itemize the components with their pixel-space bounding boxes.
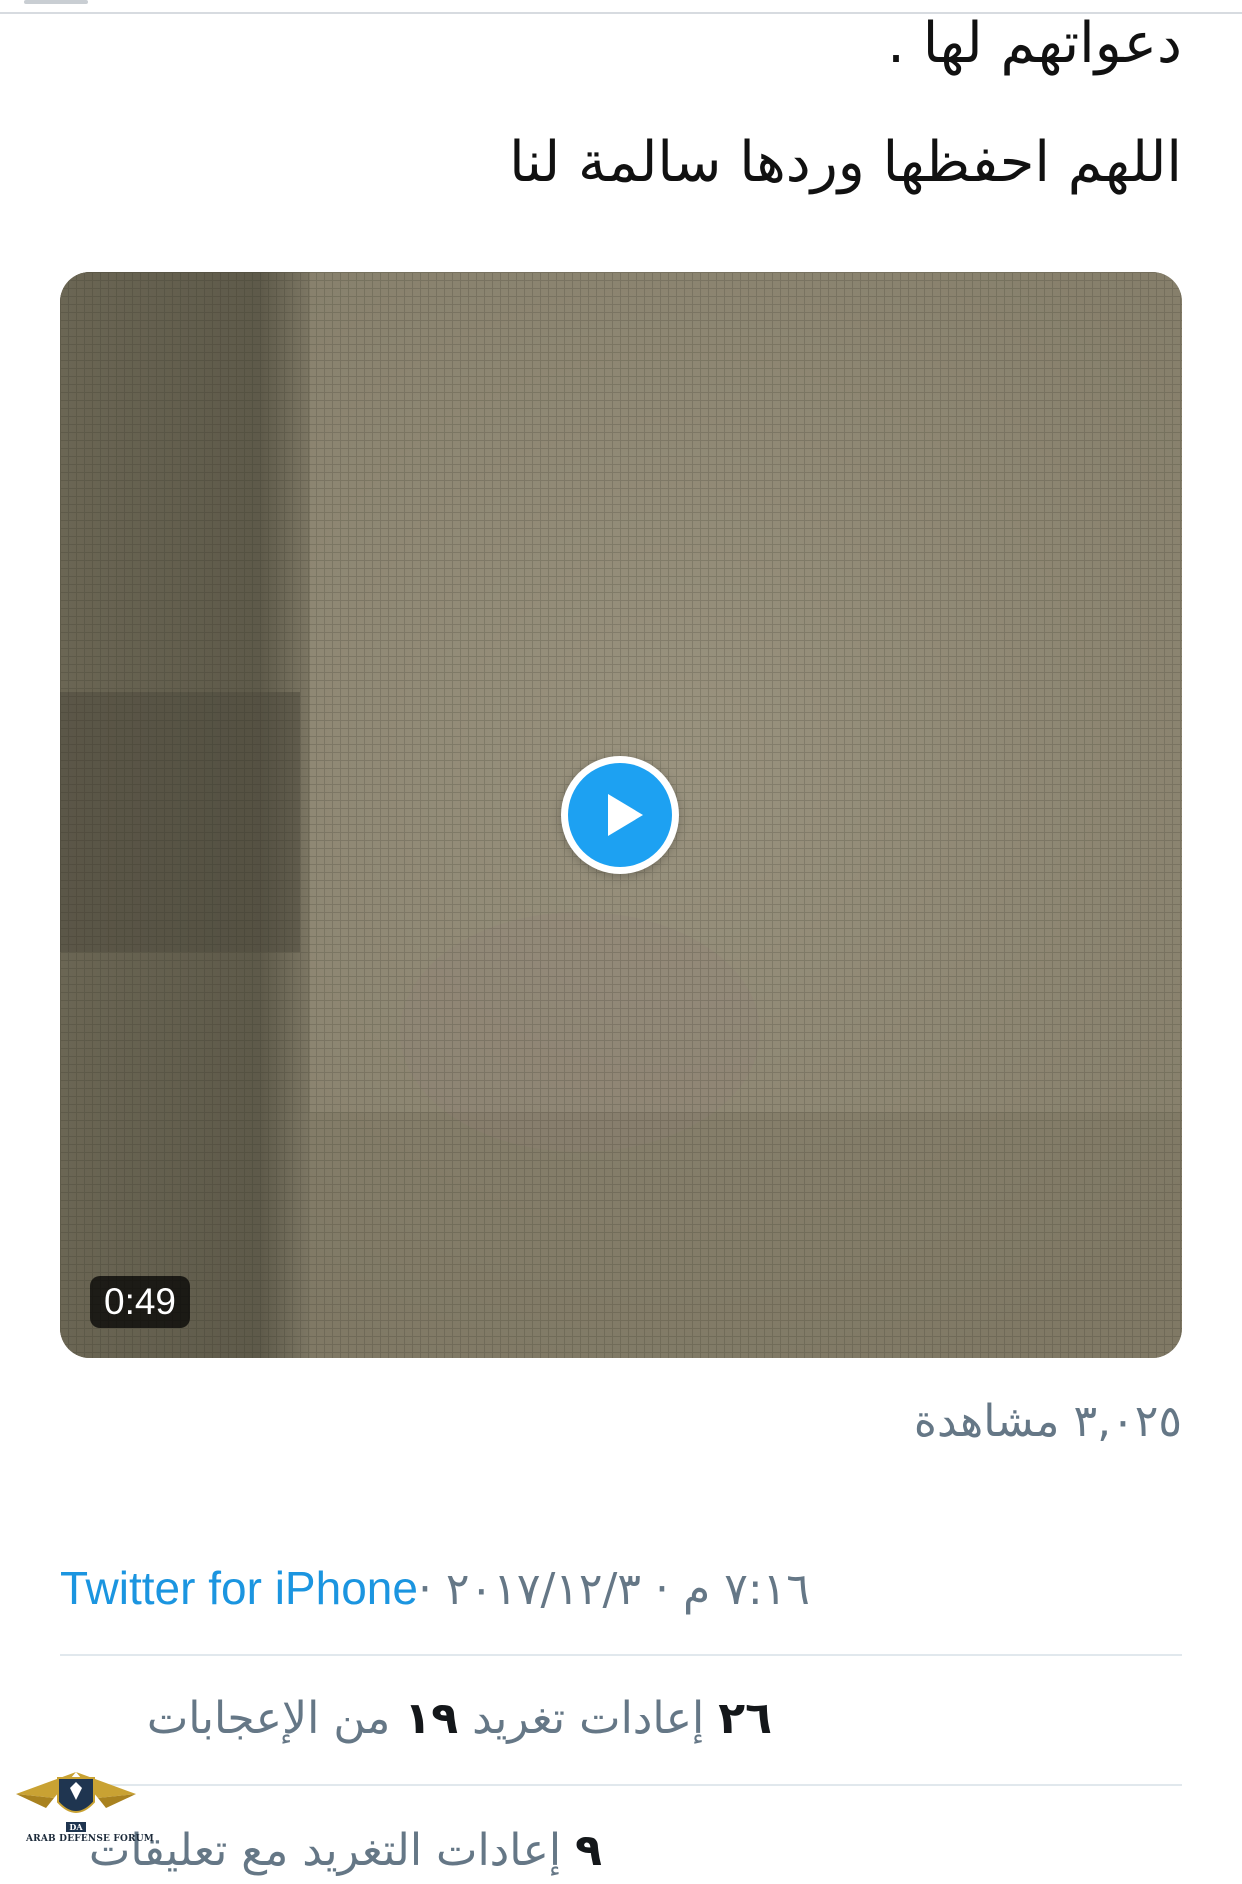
play-icon bbox=[568, 763, 672, 867]
tweet-text-line-1: دعواتهم لها . bbox=[887, 11, 1182, 76]
engagement-stats: ٢٦ إعادات تغريد ١٩ من الإعجابات bbox=[147, 1686, 772, 1752]
tweet-text-line-2: اللهم احفظها وردها سالمة لنا bbox=[509, 130, 1182, 195]
quote-count: ٩ bbox=[575, 1825, 602, 1876]
tweet-source-link[interactable]: Twitter for iPhone bbox=[60, 1562, 418, 1614]
tweet-timestamp: ٧:١٦ م · ٢٠١٧/١٢/٣ · bbox=[417, 1564, 810, 1615]
top-toolbar-stub bbox=[24, 0, 88, 4]
play-button[interactable] bbox=[561, 756, 679, 874]
logo-emblem: DA bbox=[16, 1772, 136, 1832]
quotes-label: إعادات التغريد مع تعليقات bbox=[88, 1825, 576, 1876]
likes-label[interactable]: من الإعجابات bbox=[147, 1693, 405, 1744]
arab-defense-forum-logo: DA ARAB DEFENSE FORUM bbox=[6, 1752, 154, 1862]
divider bbox=[60, 1784, 1182, 1786]
quote-tweets-stat[interactable]: ٩ إعادات التغريد مع تعليقات bbox=[89, 1818, 602, 1884]
like-count[interactable]: ١٩ bbox=[404, 1693, 458, 1744]
watermark-text: ARAB DEFENSE FORUM bbox=[26, 1834, 154, 1844]
tweet-metadata: Twitter for iPhone٧:١٦ م · ٢٠١٧/١٢/٣ · bbox=[60, 1558, 810, 1620]
retweet-count[interactable]: ٢٦ bbox=[718, 1693, 772, 1744]
video-player[interactable]: 0:49 bbox=[60, 272, 1182, 1358]
video-duration-badge: 0:49 bbox=[90, 1276, 191, 1328]
retweets-label[interactable]: إعادات تغريد bbox=[458, 1693, 718, 1744]
svg-text:DA: DA bbox=[69, 1822, 83, 1832]
divider bbox=[60, 1654, 1182, 1656]
view-count: ٣,٠٢٥ مشاهدة bbox=[913, 1396, 1182, 1447]
